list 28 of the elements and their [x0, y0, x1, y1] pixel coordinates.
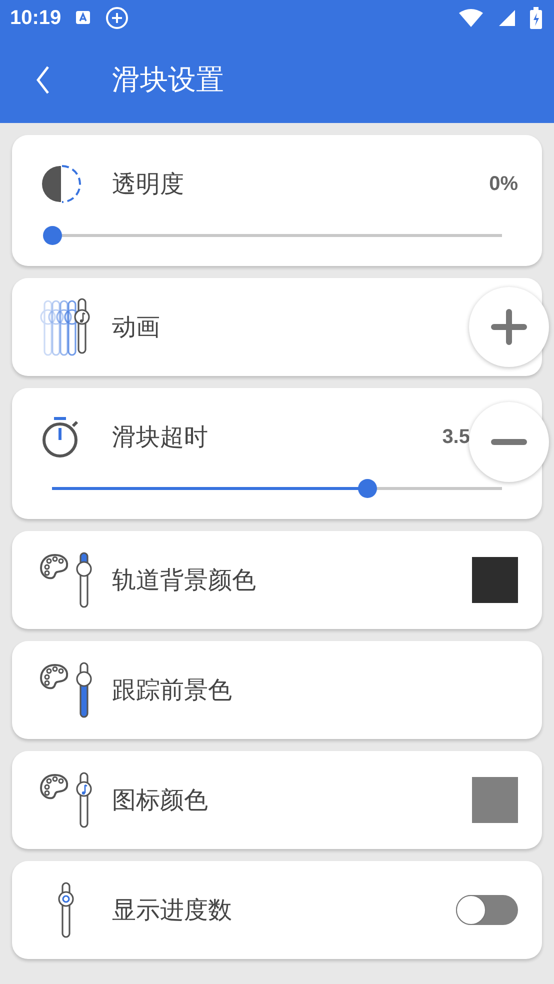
setting-label: 显示进度数	[112, 895, 232, 926]
add-circle-icon	[105, 6, 130, 30]
keyboard-icon	[75, 10, 92, 26]
palette-slider-icon	[40, 661, 92, 719]
wifi-icon	[458, 8, 484, 28]
setting-label: 轨道背景颜色	[112, 565, 256, 596]
setting-label: 滑块超时	[112, 422, 208, 453]
screen-title: 滑块设置	[112, 62, 224, 98]
color-swatch[interactable]	[472, 557, 518, 603]
minus-icon	[491, 439, 527, 445]
color-swatch[interactable]	[472, 777, 518, 823]
toggle-switch[interactable]	[456, 895, 518, 925]
slider-thumb[interactable]	[42, 226, 62, 245]
battery-icon	[530, 7, 542, 29]
setting-value: 0%	[489, 172, 518, 196]
plus-icon	[491, 309, 527, 345]
palette-slider-icon	[40, 551, 92, 609]
setting-label: 动画	[112, 312, 160, 343]
setting-label: 图标颜色	[112, 785, 208, 816]
status-time: 10:19	[10, 6, 62, 30]
sliders-icon	[40, 297, 92, 357]
palette-slider-icon	[40, 771, 92, 829]
back-icon	[36, 64, 50, 94]
setting-value: 3.5	[442, 426, 470, 448]
setting-label: 透明度	[112, 169, 184, 200]
signal-icon	[498, 9, 516, 27]
setting-label: 跟踪前景色	[112, 675, 232, 706]
slider-thumb[interactable]	[358, 479, 376, 498]
